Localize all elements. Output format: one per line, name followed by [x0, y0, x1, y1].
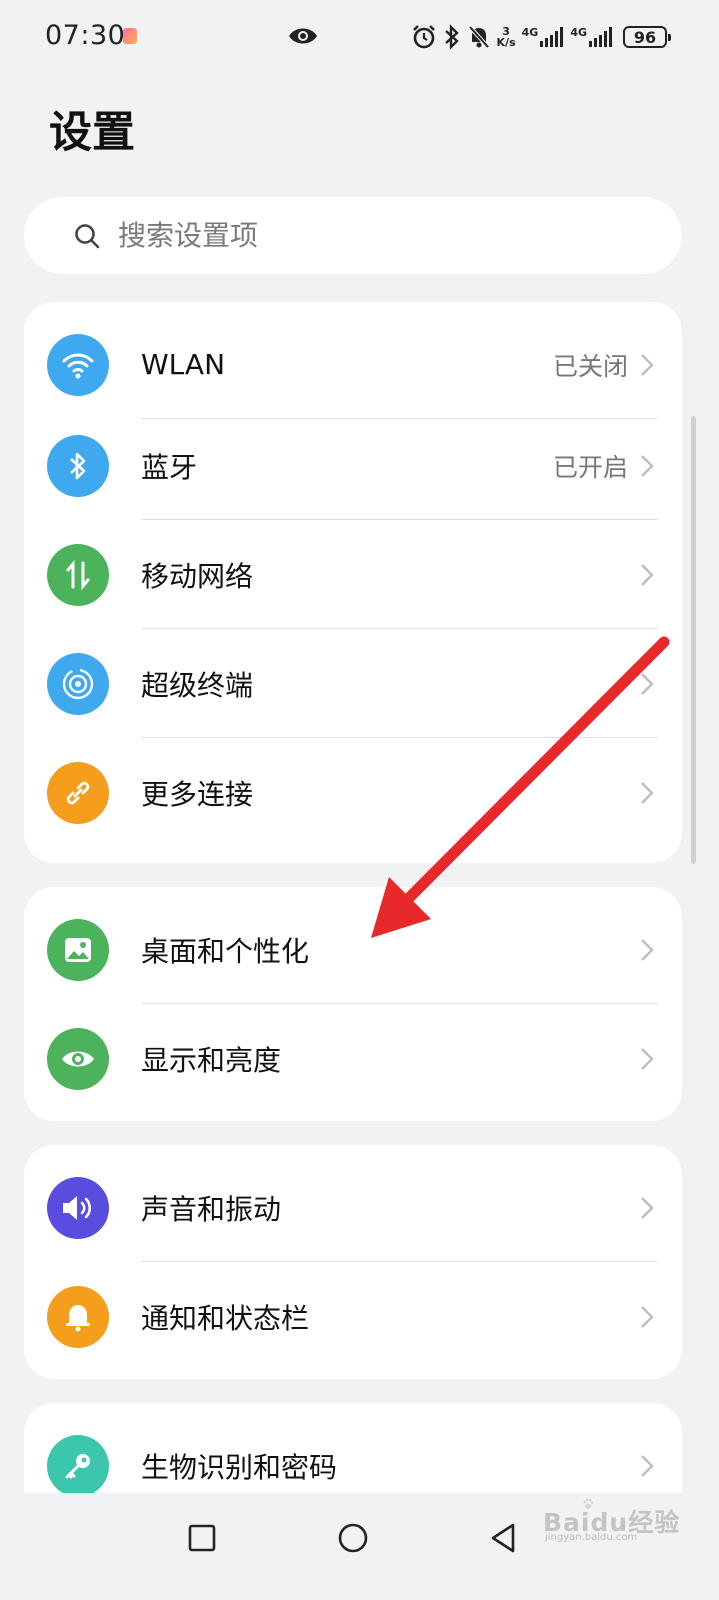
settings-item-label: 通知和状态栏: [141, 1301, 310, 1335]
settings-item-sound[interactable]: 声音和振动: [24, 1153, 682, 1262]
signal-icon: [589, 27, 612, 47]
eye-icon: [289, 28, 317, 44]
speaker-icon: [47, 1176, 109, 1239]
connectivity-card: WLAN 已关闭 蓝牙 已开启 移动网络 超级终端 更多连接: [24, 302, 682, 863]
home-icon: [338, 1523, 368, 1553]
settings-item-label: 移动网络: [141, 559, 254, 593]
status-icons: 3 K/s 4G 4G 96: [411, 20, 671, 54]
back-icon: [491, 1523, 515, 1553]
status-time: 07:30: [45, 20, 126, 51]
chevron-right-icon: [641, 781, 654, 804]
settings-item-super-device[interactable]: 超级终端: [24, 629, 682, 738]
page-title: 设置: [49, 108, 135, 158]
chevron-right-icon: [641, 1047, 654, 1070]
security-card: 生物识别和密码: [24, 1403, 682, 1493]
settings-item-home-screen[interactable]: 桌面和个性化: [24, 895, 682, 1004]
settings-item-wlan[interactable]: WLAN 已关闭: [24, 310, 682, 419]
chevron-right-icon: [641, 454, 654, 477]
wallpaper-icon: [47, 918, 109, 981]
chevron-right-icon: [641, 672, 654, 695]
settings-item-value: 已开启: [552, 452, 628, 482]
home-button[interactable]: [328, 1513, 378, 1563]
settings-item-label: 声音和振动: [141, 1192, 282, 1226]
display-card: 桌面和个性化 显示和亮度: [24, 887, 682, 1121]
settings-item-biometrics[interactable]: 生物识别和密码: [24, 1411, 682, 1493]
wifi-icon: [47, 333, 109, 396]
alarm-icon: [412, 25, 435, 49]
signal-sim1: 4G: [522, 27, 565, 47]
back-button[interactable]: [478, 1513, 528, 1563]
chevron-right-icon: [641, 1454, 654, 1477]
chevron-right-icon: [641, 563, 654, 586]
battery-icon: 96: [623, 26, 671, 48]
key-icon: [47, 1434, 109, 1493]
recent-apps-button[interactable]: [177, 1513, 227, 1563]
settings-item-label: 生物识别和密码: [141, 1450, 338, 1484]
bell-icon: [47, 1285, 109, 1348]
status-bar: 07:30 3 K/s 4G 4G 96: [0, 0, 719, 76]
settings-item-bluetooth[interactable]: 蓝牙 已开启: [24, 411, 682, 520]
bluetooth-icon: [47, 434, 109, 497]
settings-item-display[interactable]: 显示和亮度: [24, 1004, 682, 1113]
mute-icon: [468, 25, 490, 49]
settings-item-value: 已关闭: [552, 351, 628, 381]
settings-item-label: 超级终端: [141, 668, 254, 702]
signal-sim2: 4G: [570, 27, 613, 47]
settings-item-label: 桌面和个性化: [141, 934, 310, 968]
settings-item-label: WLAN: [141, 348, 226, 381]
settings-item-notifications[interactable]: 通知和状态栏: [24, 1262, 682, 1371]
watermark-url: jingyan.baidu.com: [545, 1532, 638, 1543]
recent-apps-icon: [188, 1524, 216, 1552]
chevron-right-icon: [641, 1305, 654, 1328]
eye-icon: [47, 1027, 109, 1090]
settings-item-more-connections[interactable]: 更多连接: [24, 738, 682, 847]
settings-item-label: 蓝牙: [141, 450, 198, 484]
settings-item-mobile-network[interactable]: 移动网络: [24, 520, 682, 629]
settings-item-label: 显示和亮度: [141, 1043, 282, 1077]
chevron-right-icon: [641, 353, 654, 376]
settings-item-label: 更多连接: [141, 777, 254, 811]
sound-notification-card: 声音和振动 通知和状态栏: [24, 1145, 682, 1379]
search-bar[interactable]: [24, 197, 682, 274]
search-icon: [75, 223, 100, 248]
chevron-right-icon: [641, 1196, 654, 1219]
super-device-icon: [47, 652, 109, 715]
bluetooth-icon: [444, 24, 459, 50]
mobile-data-icon: [47, 543, 109, 606]
search-input[interactable]: [116, 218, 640, 253]
network-speed: 3 K/s: [496, 25, 516, 49]
link-icon: [47, 761, 109, 824]
signal-icon: [540, 27, 564, 47]
chevron-right-icon: [641, 938, 654, 961]
app-notification-icon: [123, 28, 137, 44]
scrollbar[interactable]: [691, 416, 696, 864]
